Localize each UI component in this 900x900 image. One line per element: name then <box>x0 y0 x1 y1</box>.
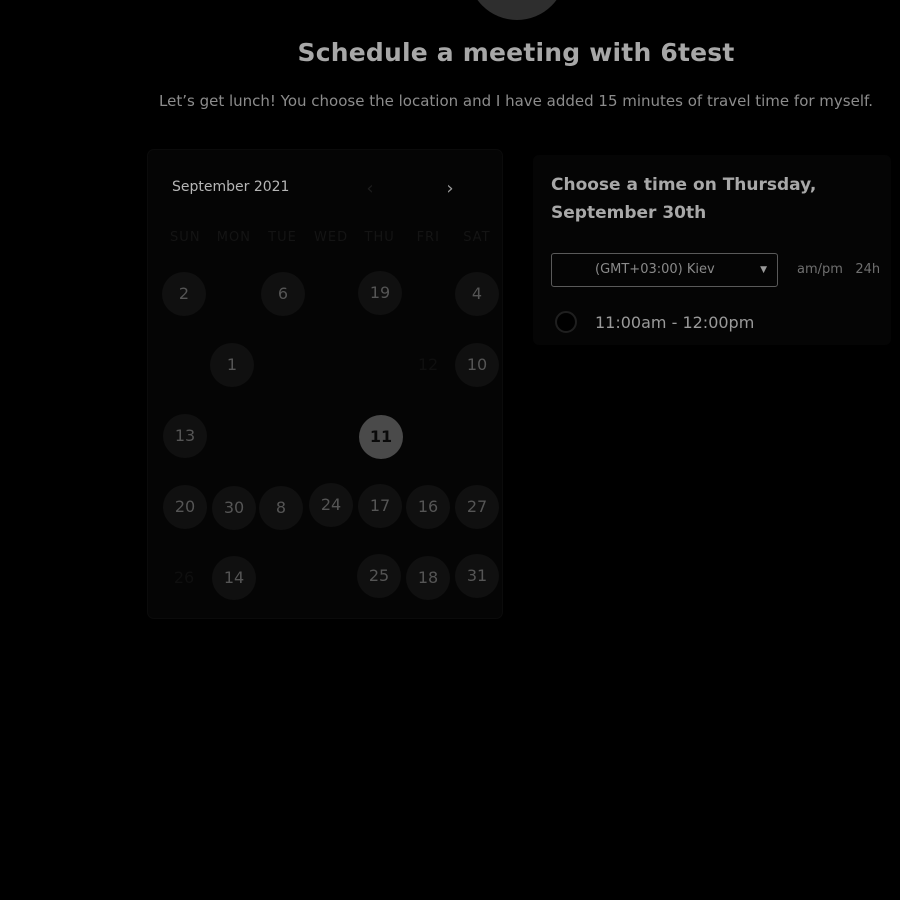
timezone-value: (GMT+03:00) Kiev <box>595 262 715 277</box>
calendar-day[interactable]: 20 <box>163 485 207 529</box>
calendar-day[interactable]: 14 <box>212 556 256 600</box>
calendar-day: 26 <box>173 568 195 587</box>
time-format-toggle: am/pm 24h <box>797 262 880 277</box>
calendar-day: 12 <box>417 355 439 374</box>
calendar-day[interactable]: 27 <box>455 485 499 529</box>
time-heading: Choose a time on Thursday, September 30t… <box>551 175 817 223</box>
calendar-day[interactable]: 1 <box>210 343 254 387</box>
calendar-day[interactable]: 30 <box>212 486 256 530</box>
caret-down-icon: ▼ <box>760 265 767 275</box>
weekday-label: TUE <box>268 230 297 245</box>
calendar-day[interactable]: 31 <box>455 554 499 598</box>
weekday-header: SUN MON TUE WED THU FRI SAT <box>161 230 501 245</box>
scheduling-page: Schedule a meeting with 6test Let’s get … <box>0 0 900 900</box>
chevron-left-icon[interactable]: ‹ <box>359 178 381 200</box>
month-label: September 2021 <box>172 179 290 195</box>
calendar-day[interactable]: 24 <box>309 483 353 527</box>
calendar-day[interactable]: 16 <box>406 485 450 529</box>
calendar-day[interactable]: 25 <box>357 554 401 598</box>
calendar-day[interactable]: 17 <box>358 484 402 528</box>
calendar-day-selected[interactable]: 11 <box>359 415 403 459</box>
calendar-day[interactable]: 8 <box>259 486 303 530</box>
time-slot[interactable]: 11:00am - 12:00pm <box>555 309 754 335</box>
time-slot-label: 11:00am - 12:00pm <box>595 312 755 332</box>
radio-button-icon[interactable] <box>555 311 577 333</box>
time-selection-card: Choose a time on Thursday, September 30t… <box>533 155 891 345</box>
weekday-label: WED <box>314 230 349 245</box>
format-ampm-option[interactable]: am/pm <box>797 262 843 277</box>
page-title: Schedule a meeting with 6test <box>297 38 735 67</box>
calendar-day[interactable]: 6 <box>261 272 305 316</box>
weekday-label: SAT <box>463 230 491 245</box>
chevron-right-icon[interactable]: › <box>439 178 461 200</box>
weekday-label: THU <box>364 230 395 245</box>
timezone-select[interactable]: (GMT+03:00) Kiev ▼ <box>551 253 778 287</box>
weekday-label: FRI <box>416 230 440 245</box>
weekday-label: SUN <box>170 230 201 245</box>
calendar-day[interactable]: 18 <box>406 556 450 600</box>
calendar-day[interactable]: 2 <box>162 272 206 316</box>
weekday-label: MON <box>216 230 251 245</box>
calendar-day[interactable]: 19 <box>358 271 402 315</box>
meeting-description: Let’s get lunch! You choose the location… <box>159 92 873 110</box>
calendar-day[interactable]: 13 <box>163 414 207 458</box>
calendar-day[interactable]: 4 <box>455 272 499 316</box>
calendar-card: September 2021 ‹ › SUN MON TUE WED THU F… <box>148 150 502 618</box>
format-24h-option[interactable]: 24h <box>855 262 880 277</box>
host-avatar <box>468 0 566 20</box>
calendar-day[interactable]: 10 <box>455 343 499 387</box>
